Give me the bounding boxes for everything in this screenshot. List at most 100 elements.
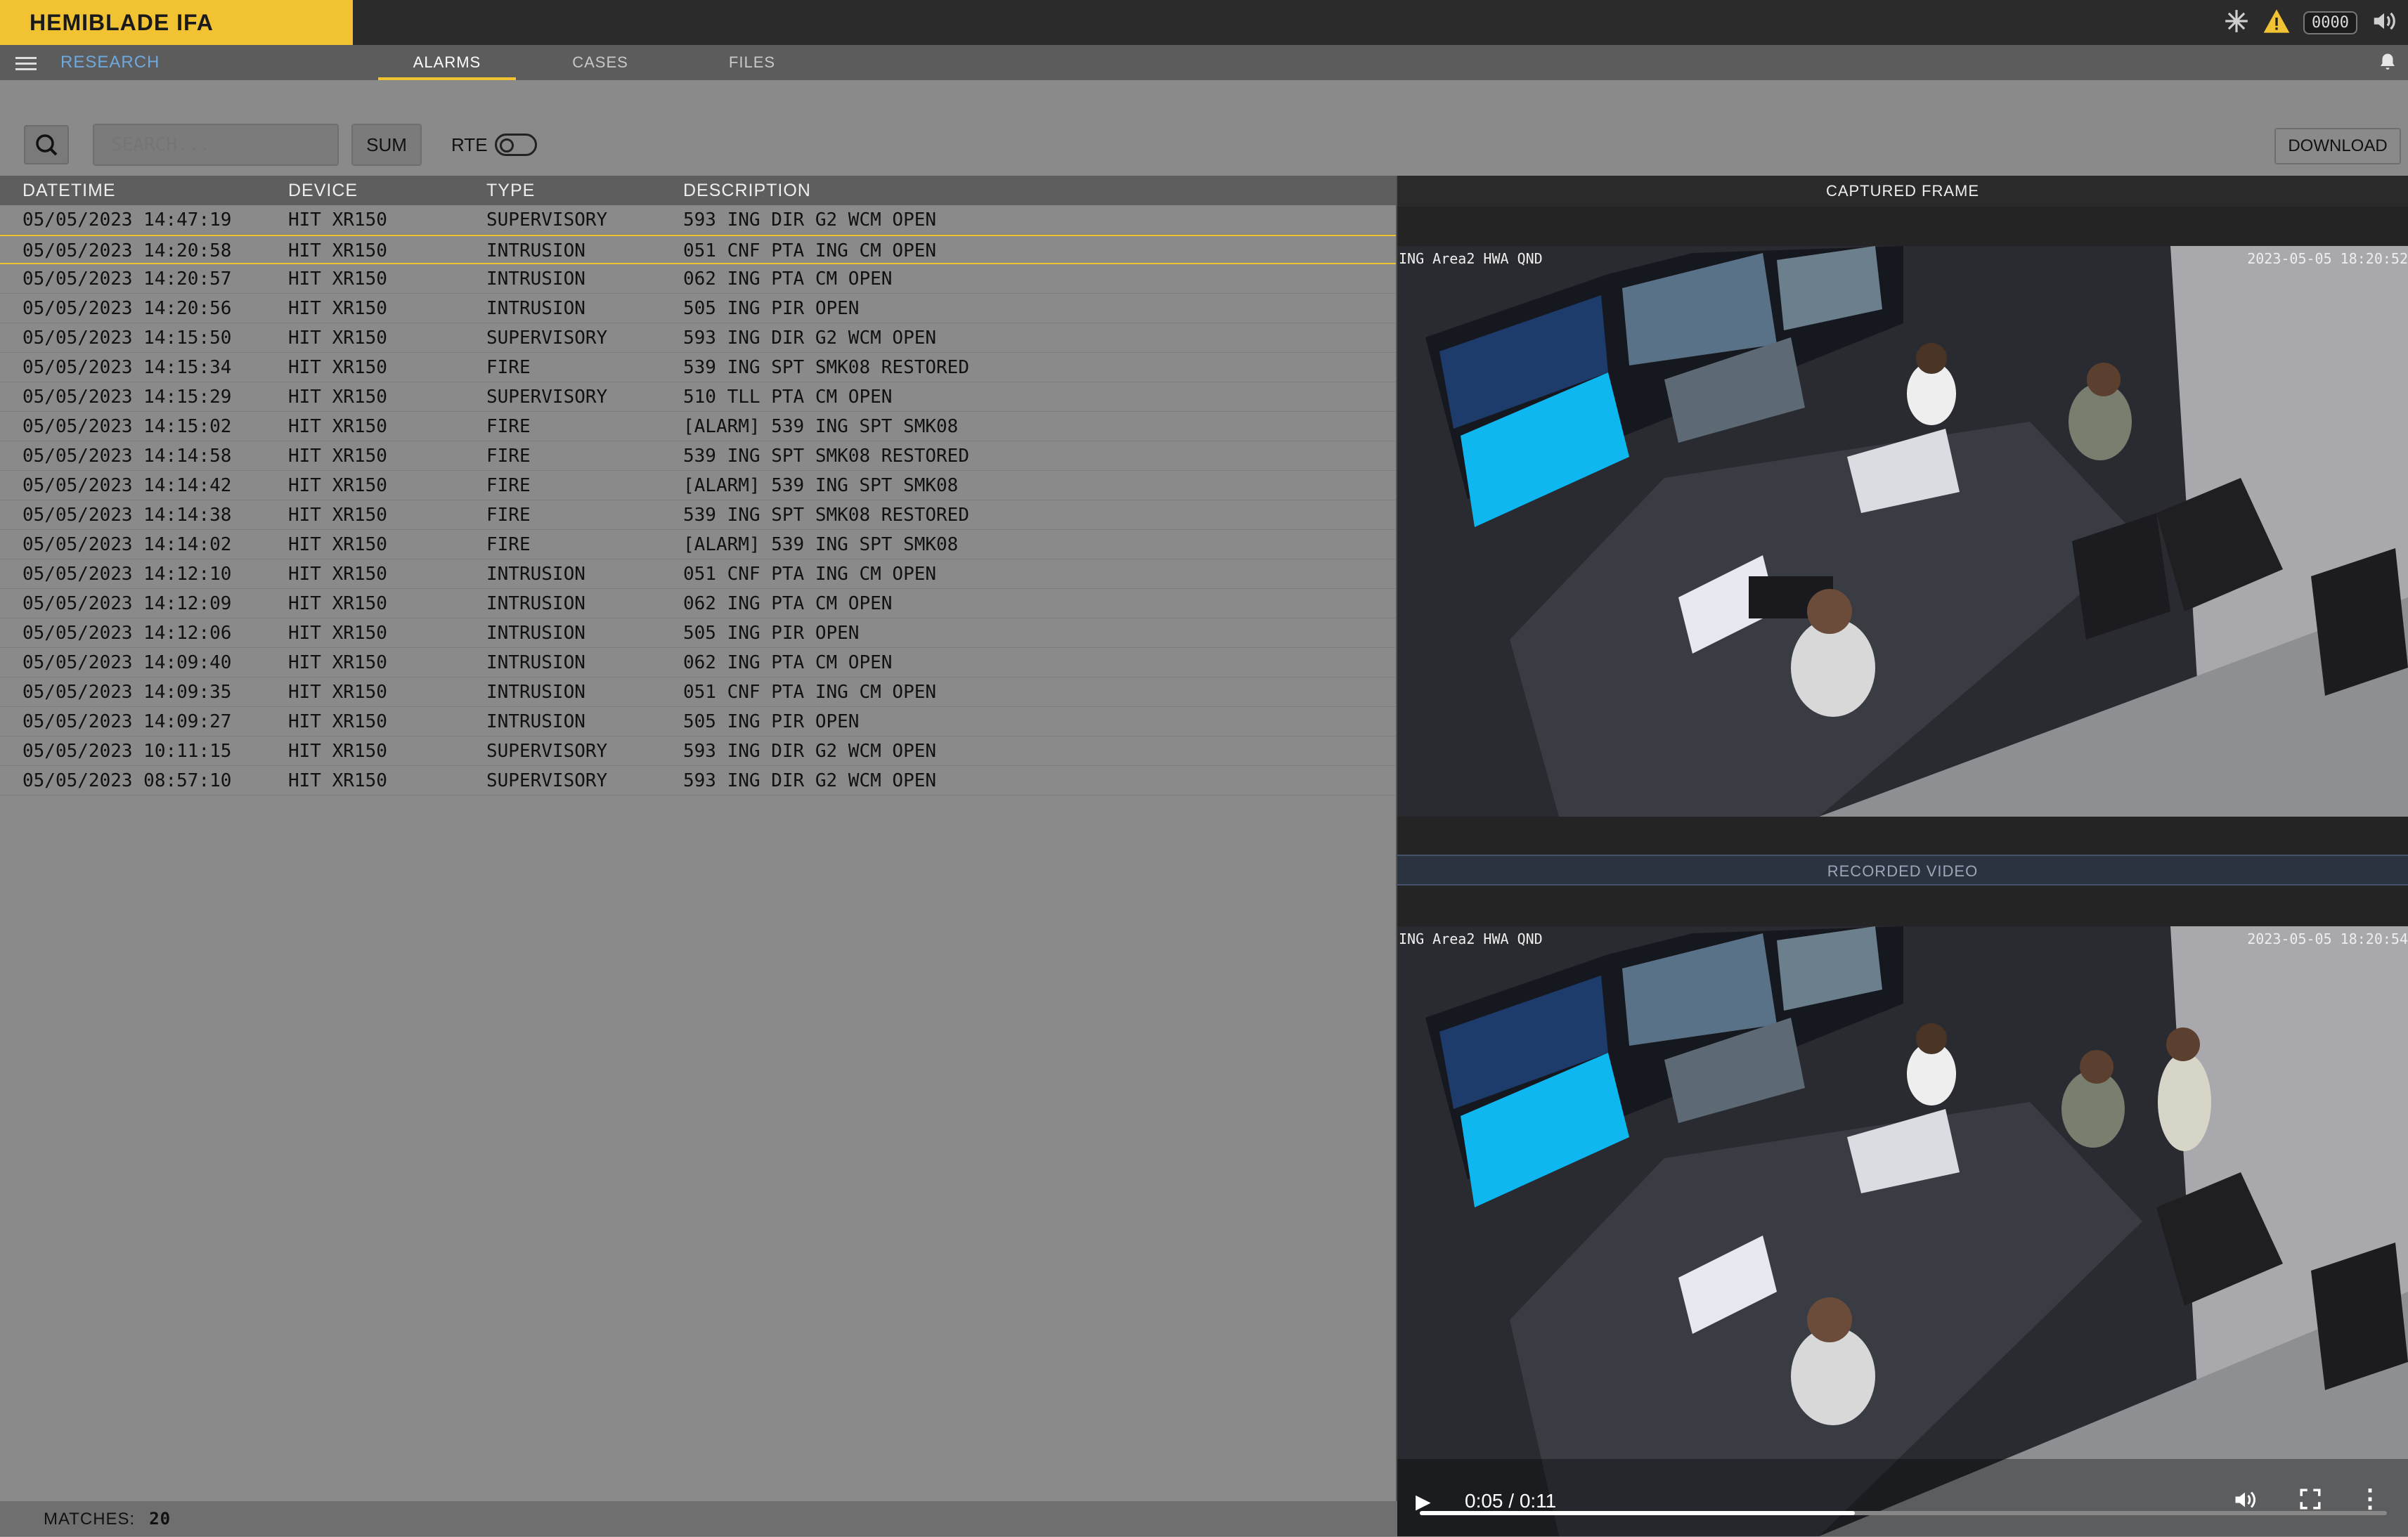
cell-type: INTRUSION — [486, 240, 585, 261]
cell-description: [ALARM] 539 ING SPT SMK08 — [683, 475, 959, 496]
cell-description: 593 ING DIR G2 WCM OPEN — [683, 327, 937, 349]
cell-datetime: 05/05/2023 14:14:02 — [22, 534, 232, 555]
sum-button[interactable]: SUM — [351, 124, 422, 166]
table-row[interactable]: 05/05/2023 14:15:34 HIT XR150 FIRE 539 ING … — [0, 353, 1396, 382]
matches-count: 20 — [149, 1509, 171, 1529]
cell-description: 051 CNF PTA ING CM OPEN — [683, 240, 937, 261]
recorded-timestamp: 2023-05-05 18:20:54 — [2247, 930, 2408, 947]
cell-datetime: 05/05/2023 14:15:34 — [22, 357, 232, 378]
tab-alarms[interactable]: ALARMS — [378, 45, 516, 80]
toolbar: SUM RTE DOWNLOAD — [0, 80, 2408, 176]
cell-datetime: 05/05/2023 14:09:27 — [22, 711, 232, 732]
table-row[interactable]: 05/05/2023 14:20:58 HIT XR150 INTRUSION 051… — [0, 235, 1396, 264]
table-header: DATETIME DEVICE TYPE DESCRIPTION — [0, 176, 1396, 205]
table-row[interactable]: 05/05/2023 10:11:15 HIT XR150 SUPERVISORY 5… — [0, 737, 1396, 766]
table-row[interactable]: 05/05/2023 14:14:38 HIT XR150 FIRE 539 ING … — [0, 500, 1396, 530]
cell-description: 505 ING PIR OPEN — [683, 711, 860, 732]
column-header-device[interactable]: DEVICE — [288, 176, 486, 205]
cell-type: INTRUSION — [486, 711, 585, 732]
table-row[interactable]: 05/05/2023 14:15:02 HIT XR150 FIRE [ALARM] … — [0, 412, 1396, 441]
video-player[interactable]: ING Area2 HWA QND 2023-05-05 18:20:54 ▶ … — [1397, 926, 2408, 1536]
cell-datetime: 05/05/2023 14:15:29 — [22, 387, 232, 408]
recorded-video-header: RECORDED VIDEO — [1397, 855, 2408, 886]
cell-description: 539 ING SPT SMK08 RESTORED — [683, 446, 969, 467]
cell-description: [ALARM] 539 ING SPT SMK08 — [683, 416, 959, 437]
table-row[interactable]: 05/05/2023 14:09:40 HIT XR150 INTRUSION 062… — [0, 648, 1396, 677]
table-row[interactable]: 05/05/2023 08:57:10 HIT XR150 SUPERVISORY 5… — [0, 766, 1396, 796]
cell-type: SUPERVISORY — [486, 387, 608, 408]
cell-datetime: 05/05/2023 14:14:38 — [22, 505, 232, 526]
cell-type: FIRE — [486, 446, 531, 467]
cell-datetime: 05/05/2023 14:15:50 — [22, 327, 232, 349]
captured-frame-header: CAPTURED FRAME — [1397, 176, 2408, 207]
table-row[interactable]: 05/05/2023 14:15:29 HIT XR150 SUPERVISORY 5… — [0, 382, 1396, 412]
cell-description: 051 CNF PTA ING CM OPEN — [683, 682, 937, 703]
download-button[interactable]: DOWNLOAD — [2274, 128, 2401, 164]
cell-description: [ALARM] 539 ING SPT SMK08 — [683, 534, 959, 555]
table-row[interactable]: 05/05/2023 14:12:06 HIT XR150 INTRUSION 505… — [0, 618, 1396, 648]
cell-datetime: 05/05/2023 14:15:02 — [22, 416, 232, 437]
cell-type: FIRE — [486, 534, 531, 555]
tab-cases[interactable]: CASES — [531, 45, 669, 80]
bell-icon[interactable] — [2377, 52, 2398, 76]
nav-bar: RESEARCH ALARMS CASES FILES — [0, 45, 2408, 80]
table-row[interactable]: 05/05/2023 14:20:56 HIT XR150 INTRUSION 505… — [0, 294, 1396, 323]
video-time: 0:05 / 0:11 — [1465, 1490, 1557, 1512]
cell-datetime: 05/05/2023 14:09:40 — [22, 652, 232, 673]
table-row[interactable]: 05/05/2023 14:14:02 HIT XR150 FIRE [ALARM] … — [0, 530, 1396, 559]
warning-icon[interactable] — [2263, 8, 2291, 37]
snowflake-icon[interactable] — [2223, 8, 2250, 37]
cell-device: HIT XR150 — [288, 711, 387, 732]
more-options-icon[interactable]: ⋮ — [2357, 1484, 2383, 1513]
table-row[interactable]: 05/05/2023 14:09:35 HIT XR150 INTRUSION 051… — [0, 677, 1396, 707]
cell-device: HIT XR150 — [288, 505, 387, 526]
cell-type: INTRUSION — [486, 682, 585, 703]
recorded-video-section: RECORDED VIDEO — [1397, 855, 2408, 886]
cell-type: FIRE — [486, 416, 531, 437]
cell-description: 505 ING PIR OPEN — [683, 623, 860, 644]
top-icons: 0000 — [2223, 0, 2408, 45]
table-row[interactable]: 05/05/2023 14:12:09 HIT XR150 INTRUSION 062… — [0, 589, 1396, 618]
nav-section-research[interactable]: RESEARCH — [60, 45, 160, 80]
cell-device: HIT XR150 — [288, 593, 387, 614]
cell-type: FIRE — [486, 505, 531, 526]
cell-type: INTRUSION — [486, 593, 585, 614]
menu-icon[interactable] — [15, 53, 37, 72]
column-header-datetime[interactable]: DATETIME — [0, 176, 288, 205]
search-input[interactable] — [93, 124, 339, 166]
column-header-description[interactable]: DESCRIPTION — [683, 176, 1396, 205]
rte-toggle[interactable] — [495, 134, 537, 156]
search-button[interactable] — [24, 125, 69, 164]
cell-device: HIT XR150 — [288, 475, 387, 496]
cell-datetime: 05/05/2023 14:12:09 — [22, 593, 232, 614]
cell-device: HIT XR150 — [288, 564, 387, 585]
table-row[interactable]: 05/05/2023 14:15:50 HIT XR150 SUPERVISORY 5… — [0, 323, 1396, 353]
cell-type: SUPERVISORY — [486, 327, 608, 349]
cell-type: SUPERVISORY — [486, 770, 608, 791]
cell-description: 539 ING SPT SMK08 RESTORED — [683, 505, 969, 526]
table-row[interactable]: 05/05/2023 14:14:58 HIT XR150 FIRE 539 ING … — [0, 441, 1396, 471]
tab-files[interactable]: FILES — [683, 45, 821, 80]
cell-description: 593 ING DIR G2 WCM OPEN — [683, 741, 937, 762]
table-row[interactable]: 05/05/2023 14:12:10 HIT XR150 INTRUSION 051… — [0, 559, 1396, 589]
cell-device: HIT XR150 — [288, 209, 387, 231]
cell-device: HIT XR150 — [288, 298, 387, 319]
cell-datetime: 05/05/2023 14:14:42 — [22, 475, 232, 496]
speaker-icon[interactable] — [2370, 8, 2398, 37]
table-row[interactable]: 05/05/2023 14:47:19 HIT XR150 SUPERVISORY 5… — [0, 205, 1396, 235]
alarm-table: DATETIME DEVICE TYPE DESCRIPTION 05/05/2… — [0, 176, 1397, 1501]
table-row[interactable]: 05/05/2023 14:14:42 HIT XR150 FIRE [ALARM] … — [0, 471, 1396, 500]
cell-datetime: 05/05/2023 08:57:10 — [22, 770, 232, 791]
app-title: HEMIBLADE IFA — [0, 0, 353, 45]
video-progress-bar[interactable] — [1420, 1511, 2387, 1515]
cell-type: INTRUSION — [486, 268, 585, 290]
table-row[interactable]: 05/05/2023 14:20:57 HIT XR150 INTRUSION 062… — [0, 264, 1396, 294]
video-controls: ▶ 0:05 / 0:11 ⋮ — [1397, 1459, 2408, 1536]
cell-device: HIT XR150 — [288, 623, 387, 644]
cell-type: INTRUSION — [486, 652, 585, 673]
cell-type: SUPERVISORY — [486, 741, 608, 762]
cell-datetime: 05/05/2023 14:12:06 — [22, 623, 232, 644]
control-room-image — [1397, 246, 2408, 817]
table-row[interactable]: 05/05/2023 14:09:27 HIT XR150 INTRUSION 505… — [0, 707, 1396, 737]
column-header-type[interactable]: TYPE — [486, 176, 683, 205]
